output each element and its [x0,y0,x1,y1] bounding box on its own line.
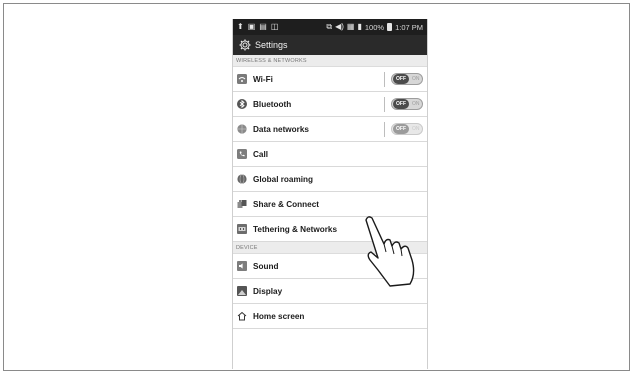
bluetooth-icon [237,99,247,109]
clock: 1:07 PM [395,22,423,32]
hand-pointer-icon [365,216,415,287]
settings-item-label: Tethering & Networks [253,224,338,234]
bluetooth-toggle[interactable]: OFF ON [391,98,423,110]
sd-card-icon: ▤ [259,22,267,31]
settings-item-label: Bluetooth [253,99,292,109]
tethering-icon [237,224,247,234]
data-networks-toggle[interactable]: OFF ON [391,123,423,135]
toggle-off-label: OFF [393,124,409,134]
settings-item-label: Wi-Fi [253,74,273,84]
upload-icon: ⬆ [237,22,244,31]
settings-item-label: Global roaming [253,174,314,184]
globe-icon [237,124,247,134]
page-title: Settings [255,40,288,50]
settings-item-label: Data networks [253,124,309,134]
data-icon: ▦ [346,22,355,31]
wifi-toggle[interactable]: OFF ON [391,73,423,85]
phone-screen: ⬆ ▣ ▤ ◫ ⧉ ◀) ▦ ▮ 100% 1:07 PM Settings W… [232,19,428,369]
settings-item-wifi[interactable]: Wi-Fi OFF ON [233,67,427,92]
home-icon [237,311,247,321]
settings-item-label: Display [253,286,283,296]
battery-icon [387,23,393,31]
nfc-icon: ⧉ [326,22,333,31]
toggle-off-label: OFF [393,74,409,84]
settings-item-call[interactable]: Call [233,142,427,167]
toggle-on-label: ON [412,126,420,132]
toggle-on-label: ON [412,76,420,82]
signal-icon: ▮ [357,22,362,31]
status-bar: ⬆ ▣ ▤ ◫ ⧉ ◀) ▦ ▮ 100% 1:07 PM [233,19,427,35]
divider [384,71,385,87]
toggle-off-label: OFF [393,99,409,109]
volume-icon: ◀) [335,22,344,31]
section-header-wireless: WIRELESS & NETWORKS [233,55,427,67]
toggle-on-label: ON [412,101,420,107]
settings-item-label: Sound [253,261,279,271]
settings-item-label: Call [253,149,269,159]
settings-item-data-networks[interactable]: Data networks OFF ON [233,117,427,142]
sound-icon [237,261,247,271]
settings-title-bar: Settings [233,35,427,55]
battery-percent: 100% [364,22,385,32]
phone-icon [237,149,247,159]
sim-icon: ▣ [247,22,256,31]
settings-item-home-screen[interactable]: Home screen [233,304,427,329]
message-icon: ◫ [270,22,279,31]
roaming-icon [237,174,247,184]
gear-icon [239,39,251,51]
settings-item-bluetooth[interactable]: Bluetooth OFF ON [233,92,427,117]
settings-item-label: Home screen [253,311,305,321]
divider [384,121,385,137]
divider [384,96,385,112]
share-icon [237,199,247,209]
wifi-icon [237,74,247,84]
settings-item-label: Share & Connect [253,199,319,209]
display-icon [237,286,247,296]
settings-item-global-roaming[interactable]: Global roaming [233,167,427,192]
